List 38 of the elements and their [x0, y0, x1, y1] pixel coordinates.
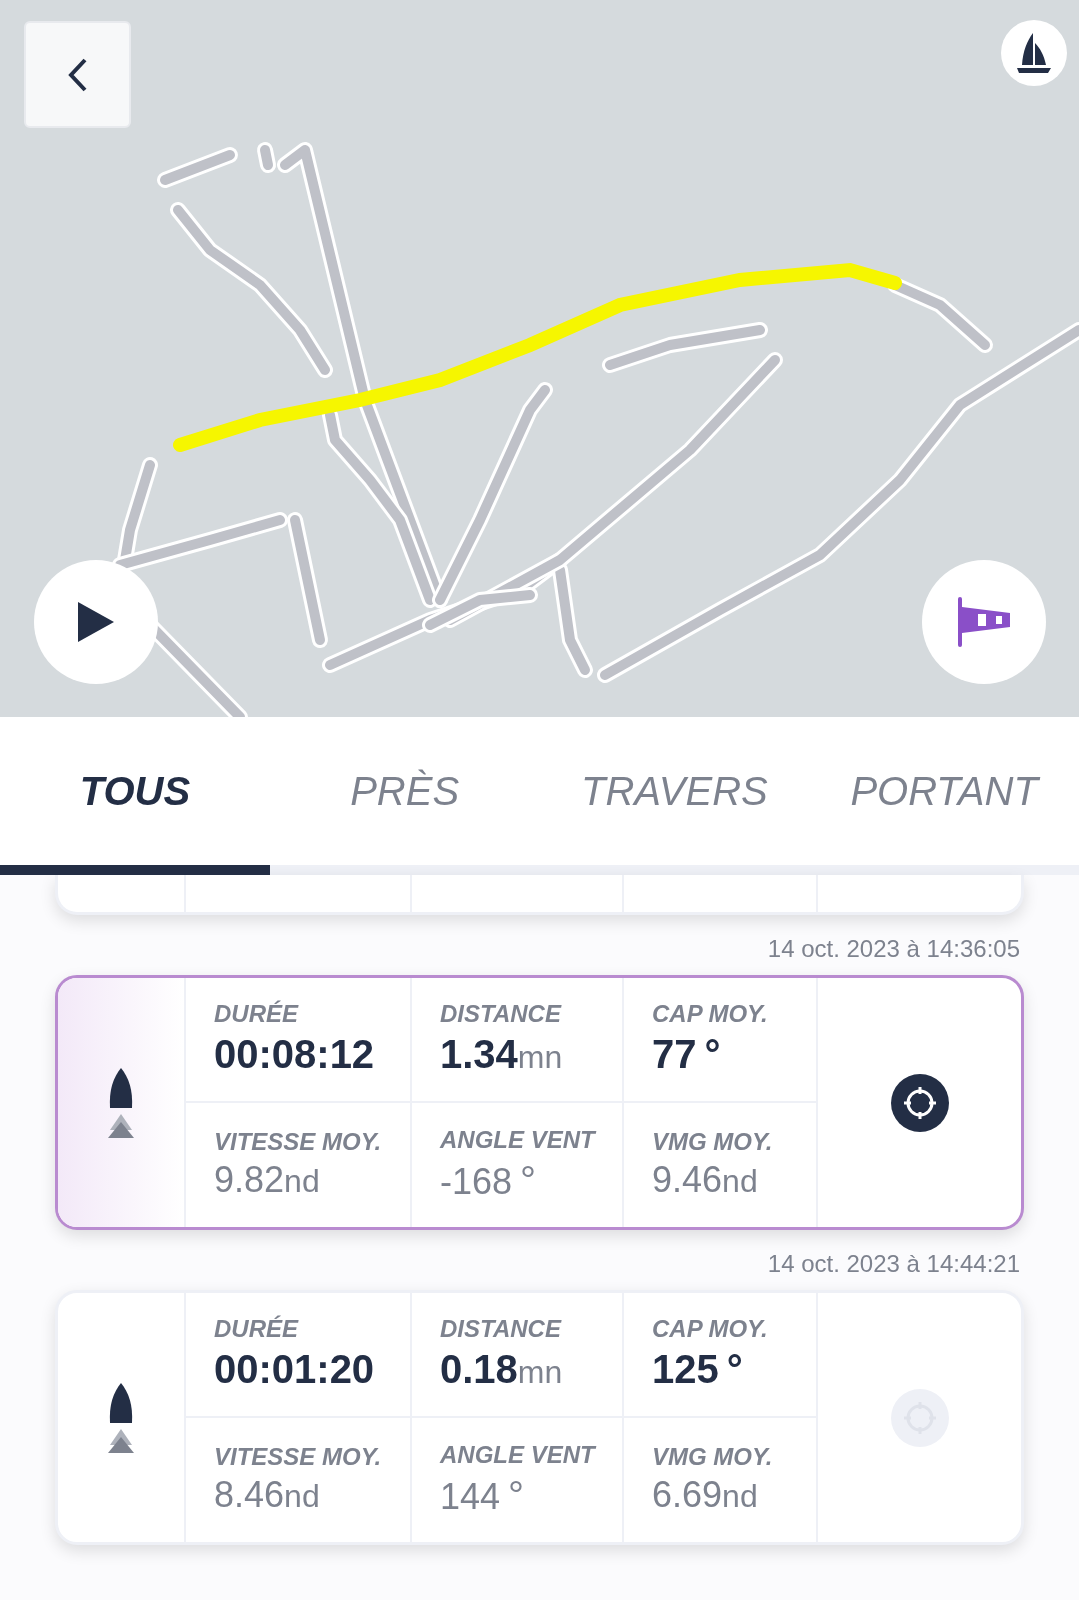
stat-label: DURÉE [214, 999, 300, 1030]
stat-label: VITESSE MOY. [214, 1442, 382, 1473]
stat-value: 125 ° [652, 1346, 744, 1394]
stat-label: CAP MOY. [652, 1314, 768, 1345]
boat-direction-icon [107, 1067, 135, 1138]
filter-tab[interactable]: PRÈS [350, 761, 460, 821]
stat-value: 9.82nd [214, 1158, 321, 1203]
stat-value: 144 ° [440, 1471, 526, 1519]
target-icon[interactable] [890, 1073, 949, 1132]
stat-label: DISTANCE [440, 999, 563, 1030]
filter-tab[interactable]: TOUS [79, 761, 191, 821]
play-icon [76, 600, 116, 644]
stat-value: -168 ° [440, 1156, 538, 1204]
segment-date: 14 oct. 2023 à 14:36:05 [766, 934, 1021, 964]
filter-tab[interactable]: TRAVERS [581, 761, 768, 821]
stat-value: 00:08:12 [214, 1031, 375, 1079]
stat-label: VMG MOY. [652, 1442, 773, 1473]
stat-value: 00:01:20 [214, 1346, 375, 1394]
stat-value: 77 ° [652, 1031, 722, 1079]
stat-label: VMG MOY. [652, 1127, 773, 1158]
stat-label: ANGLE VENT [440, 1124, 595, 1155]
stat-value: 8.46nd [214, 1473, 321, 1518]
stat-label: DISTANCE [440, 1314, 563, 1345]
back-chevron-icon [66, 56, 89, 93]
stat-label: ANGLE VENT [440, 1439, 595, 1470]
stat-label: CAP MOY. [652, 999, 768, 1030]
segment-card[interactable]: DURÉE 00:01:20 DISTANCE 0.18mn CAP MOY. 125 ° VITESSE MOY. 8.46nd ANGLE VENT 144 ° VMG MOY. 6.69nd [55, 1290, 1024, 1545]
stat-label: DURÉE [214, 1314, 300, 1345]
stat-label: VITESSE MOY. [214, 1127, 382, 1158]
sailboat-icon [1017, 33, 1051, 73]
stat-value: 1.34mn [440, 1031, 563, 1079]
segment-card[interactable]: DURÉE 00:08:12 DISTANCE 1.34mn CAP MOY. 77 ° VITESSE MOY. 9.82nd ANGLE VENT -168 ° VMG MOY. 9.46nd [55, 975, 1024, 1230]
windsock-icon [956, 597, 1012, 647]
stat-value: 9.46nd [652, 1158, 759, 1203]
stat-value: 0.18mn [440, 1346, 563, 1394]
stat-value: 6.69nd [652, 1473, 759, 1518]
boat-direction-icon [107, 1382, 135, 1453]
segment-date: 14 oct. 2023 à 14:44:21 [766, 1249, 1021, 1279]
